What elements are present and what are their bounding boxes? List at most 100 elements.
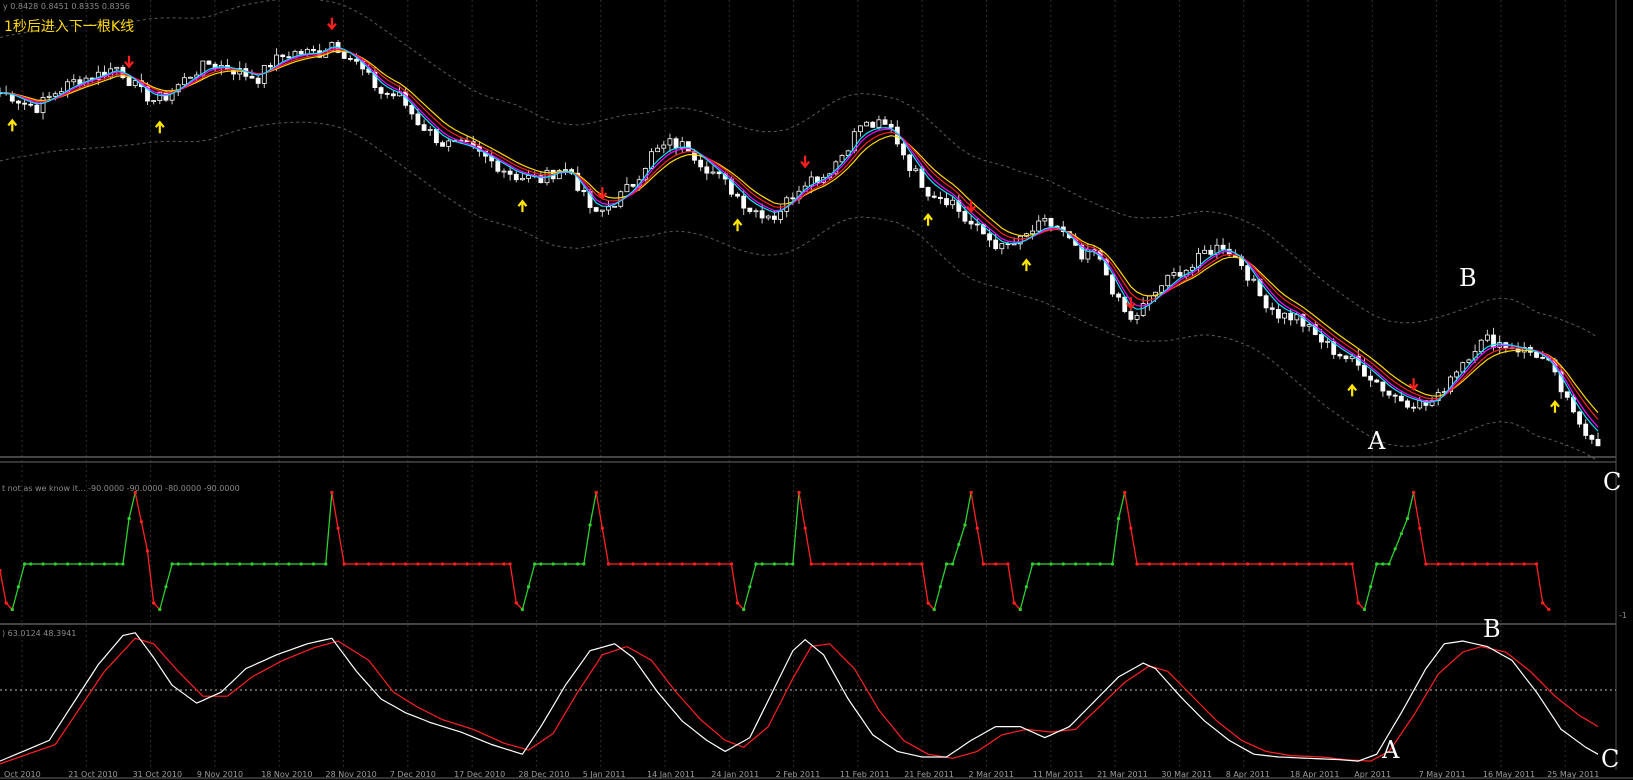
candle-body [1405,400,1410,408]
candle-body [661,144,667,149]
osc-point [477,562,481,566]
candle-body [268,65,273,68]
candle-body [1042,217,1048,222]
osc-point [502,562,506,566]
osc-point [680,562,684,566]
osc-point [735,601,740,605]
osc-point [539,562,543,566]
osc-point [41,562,45,566]
candle-body [16,100,21,104]
osc-point [994,562,998,566]
label-stoch-b: B [1483,615,1501,643]
osc-point [705,562,709,566]
osc-point [975,526,979,530]
osc-point [846,562,850,566]
osc-point [883,562,887,566]
osc-point [1160,562,1164,566]
candle-body [440,142,445,147]
osc-point [1110,562,1115,566]
osc-point [809,562,813,566]
candle-body [925,187,931,197]
candle-body [858,125,863,133]
osc-point [225,562,230,566]
osc-point [53,562,57,566]
osc-point [379,562,383,566]
osc-point [1319,562,1324,566]
candle-body [433,129,439,144]
candle-body [931,195,937,198]
osc-point [90,562,94,566]
x-tick-label: 2 Feb 2011 [776,770,821,779]
osc-point [563,562,568,566]
x-tick-label: 21 Mar 2011 [1097,770,1148,779]
osc-point [932,607,936,612]
candle-body [1380,381,1386,392]
candle-body [1048,217,1054,227]
osc-point [717,562,721,566]
osc-point [465,562,469,566]
osc-point [330,490,334,495]
osc-point [1485,562,1489,566]
candle-body [1036,220,1042,232]
candle-body [753,210,759,213]
label-main-c: C [1603,468,1621,496]
osc-point [754,562,758,566]
candle-body [71,79,77,83]
osc-point [1123,490,1127,495]
osc-point [1129,526,1133,530]
osc-point [1399,532,1403,536]
osc-point [139,520,143,524]
candle-body [993,239,999,250]
osc-point [926,601,930,605]
candle-body [181,77,187,86]
candle-body [581,189,587,193]
x-tick-label: 8 Apr 2011 [1226,770,1270,779]
osc-point [1295,562,1299,566]
osc-point [1412,490,1416,495]
candle-body [913,168,919,171]
candle-body [593,207,599,212]
candle-body [655,147,661,153]
x-tick-label: 30 Mar 2011 [1161,770,1212,779]
osc-point [760,562,764,566]
indicator2-header: ) 63.0124 48.3941 [2,629,76,638]
osc-point [164,585,168,589]
candle-body [354,58,359,62]
x-tick-label: 7 Dec 2010 [390,770,436,779]
osc-point [188,562,193,566]
label-stoch-c: C [1601,745,1619,773]
osc-point [1258,562,1262,566]
candle-body [286,56,292,59]
osc-point [1086,562,1090,566]
osc-point [526,585,531,589]
candle-body [1251,278,1257,281]
osc-point [1356,601,1360,605]
trading-chart[interactable]: Oct 2010 21 Oct 2010 31 Oct 2010 9 Nov 2010… [0,0,1633,780]
osc-point [729,562,733,566]
candle-body [882,119,888,125]
osc-point [1098,562,1102,566]
candle-body [255,77,261,84]
osc-point [274,562,279,566]
candle-body [716,171,722,175]
osc-point [176,562,180,566]
osc-point [858,562,863,566]
osc-point [1024,585,1029,589]
candle-body [1177,272,1183,277]
candle-body [937,196,943,199]
candle-body [1276,309,1281,319]
osc-point [1184,562,1188,566]
candle-body [341,52,347,59]
candle-body [673,138,679,149]
x-tick-label: 31 Oct 2010 [133,770,182,779]
candle-body [1534,351,1539,358]
candle-body [298,50,304,55]
candle-body [1134,315,1140,320]
candle-body [1282,312,1287,319]
candle-body [765,215,771,219]
osc-point [514,601,518,605]
candle-body [1288,312,1294,321]
candle-body [520,177,525,181]
candle-body [1263,295,1269,309]
candle-body [384,92,390,95]
